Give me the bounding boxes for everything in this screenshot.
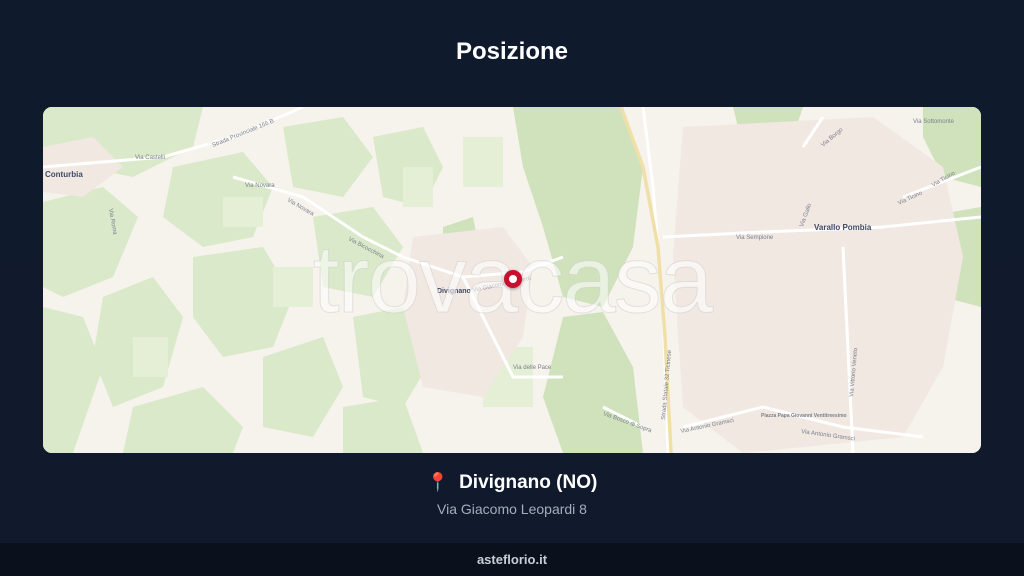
page-title: Posizione <box>455 38 569 65</box>
road-label: Via delle Pace <box>513 365 552 371</box>
town-label-east: Varallo Pombia <box>814 223 872 232</box>
pin-icon: 📍 <box>426 472 450 492</box>
map-view[interactable]: Via Castelli Strada Provinciale 166 B Vi… <box>43 107 981 453</box>
map-marker-icon[interactable] <box>504 270 522 288</box>
location-heading: 📍 Divignano (NO) <box>0 472 1024 494</box>
road-label: Via Castelli <box>135 155 165 161</box>
location-address: Via Giacomo Leopardi 8 <box>437 501 587 517</box>
road-label: Piazza Papa Giovanni Ventitreesimo <box>761 413 847 419</box>
road-label: Via Novara <box>245 183 275 189</box>
road-label: Via Sottomonte <box>913 119 955 125</box>
town-label-west: Conturbia <box>45 170 83 179</box>
footer-site[interactable]: asteflorio.it <box>477 552 547 567</box>
road-label: Via Sempione <box>736 235 774 241</box>
location-name: Divignano (NO) <box>459 472 598 493</box>
town-label-center: Divignano <box>437 288 471 295</box>
footer: asteflorio.it <box>0 543 1024 576</box>
